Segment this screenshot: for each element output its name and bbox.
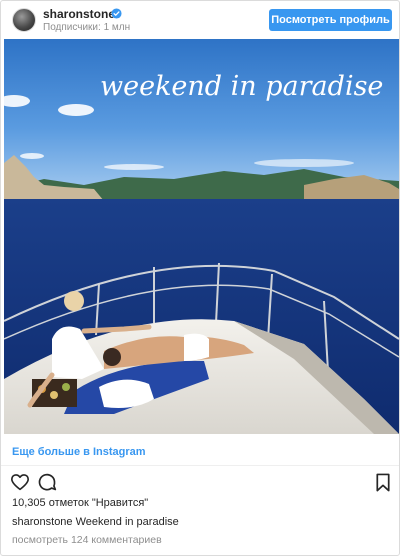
instagram-embed-card: sharonstone Подписчики: 1 млн Посмотреть… [0, 0, 400, 556]
divider [1, 465, 399, 466]
overlay-text-layer: weekend in paradise [100, 71, 383, 102]
bookmark-icon[interactable] [375, 473, 391, 492]
post-photo[interactable]: weekend in paradise [4, 39, 399, 434]
post-caption: sharonstone Weekend in paradise [12, 516, 179, 528]
avatar[interactable] [12, 8, 36, 32]
verified-badge-icon [111, 8, 122, 19]
header-username[interactable]: sharonstone [43, 7, 115, 21]
caption-username[interactable]: sharonstone [12, 516, 73, 528]
caption-text: Weekend in paradise [75, 516, 179, 528]
more-on-instagram-link[interactable]: Еще больше в Instagram [12, 446, 146, 458]
followers-count: Подписчики: 1 млн [43, 22, 131, 33]
likes-count[interactable]: 10,305 отметок "Нравится" [12, 497, 148, 509]
view-comments-link[interactable]: посмотреть 124 комментариев [12, 534, 162, 546]
view-profile-button[interactable]: Посмотреть профиль [269, 9, 392, 31]
overlay-caption-text: weekend in paradise [100, 71, 383, 102]
post-header: sharonstone Подписчики: 1 млн Посмотреть… [1, 1, 399, 39]
heart-icon[interactable] [10, 473, 30, 491]
comment-icon[interactable] [37, 472, 57, 492]
